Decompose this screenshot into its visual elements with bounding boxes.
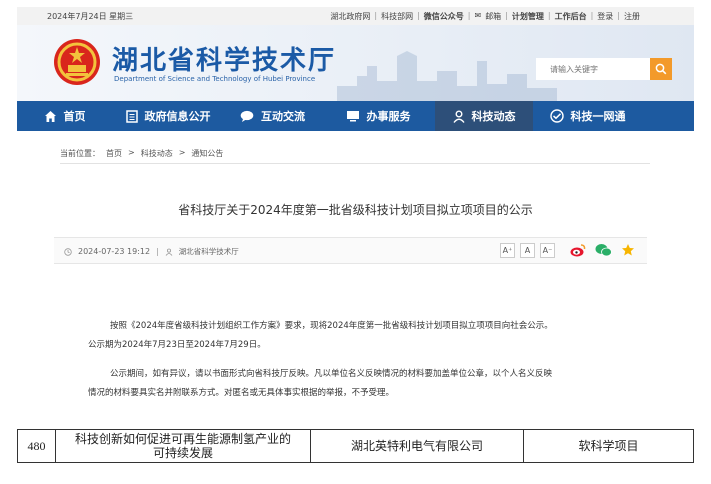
site-title[interactable]: 湖北省科学技术厅	[112, 40, 336, 77]
cell-number: 480	[17, 429, 56, 463]
site-subtitle: Department of Science and Technology of …	[114, 75, 316, 83]
paragraph-2: 公示期为2024年7月23日至2024年7月29日。	[88, 340, 266, 350]
font-larger-button[interactable]: A⁺	[500, 243, 515, 258]
favorite-star-icon[interactable]	[621, 243, 635, 257]
nav-item-services[interactable]: 办事服务	[321, 101, 435, 131]
nav-label-home: 首页	[63, 110, 86, 123]
link-plan-management[interactable]: 计划管理	[510, 11, 546, 22]
mail-icon: ✉	[474, 11, 482, 20]
nav-label-tech-news: 科技动态	[471, 110, 516, 123]
cell-organization: 湖北英特利电气有限公司	[310, 429, 524, 463]
weibo-icon[interactable]	[570, 243, 586, 257]
font-size-controls: A⁺ A A⁻	[500, 243, 555, 258]
share-buttons	[570, 243, 635, 257]
breadcrumb-tech-news[interactable]: 科技动态	[141, 148, 173, 159]
project-name-line-2: 可持续发展	[152, 446, 213, 460]
font-smaller-button[interactable]: A⁻	[540, 243, 555, 258]
home-icon	[44, 110, 56, 122]
nav-item-gov-info[interactable]: 政府信息公开	[112, 101, 224, 131]
search-box	[536, 58, 672, 80]
paragraph-1: 按照《2024年度省级科技计划组织工作方案》要求，现将2024年度第一批省级科技…	[110, 321, 553, 331]
cell-project-name: 科技创新如何促进可再生能源制氢产业的 可持续发展	[55, 429, 311, 463]
breadcrumb-notices[interactable]: 通知公告	[191, 148, 223, 159]
nav-label-gov-info: 政府信息公开	[144, 110, 211, 123]
link-wechat[interactable]: 微信公众号	[422, 11, 466, 22]
search-icon	[655, 63, 667, 75]
publish-datetime: 2024-07-23 19:12	[78, 247, 151, 256]
breadcrumb: 当前位置： 首页 > 科技动态 > 通知公告	[60, 148, 223, 159]
article-title: 省科技厅关于2024年度第一批省级科技计划项目拟立项项目的公示	[178, 203, 533, 217]
link-backend[interactable]: 工作后台	[553, 11, 589, 22]
current-date: 2024年7月24日 星期三	[47, 12, 134, 21]
meta-separator: |	[156, 247, 159, 256]
link-login[interactable]: 登录	[595, 11, 615, 22]
nav-label-tech-portal: 科技一网通	[570, 110, 626, 123]
link-most[interactable]: 科技部网	[379, 11, 415, 22]
link-hubei-gov[interactable]: 湖北政府网	[328, 11, 372, 22]
cell-category: 软科学项目	[523, 429, 694, 463]
skyline-decoration	[337, 51, 557, 101]
table-row: 480 科技创新如何促进可再生能源制氢产业的 可持续发展 湖北英特利电气有限公司…	[17, 429, 694, 463]
breadcrumb-separator: >	[128, 148, 135, 157]
monitor-icon	[346, 111, 359, 122]
link-mail[interactable]: 邮箱	[483, 11, 503, 22]
chat-icon	[240, 110, 254, 122]
project-name-line-1: 科技创新如何促进可再生能源制氢产业的	[74, 432, 291, 446]
breadcrumb-separator: >	[178, 148, 186, 157]
nav-item-interaction[interactable]: 互动交流	[224, 101, 321, 131]
document-icon	[125, 109, 138, 123]
site-header: 湖北省科学技术厅 Department of Science and Techn…	[17, 25, 694, 101]
utility-links: 湖北政府网 | 科技部网 | 微信公众号 | ✉ 邮箱 | 计划管理 | 工作后台 | 登录 |…	[328, 11, 642, 22]
nav-label-interaction: 互动交流	[261, 110, 305, 123]
breadcrumb-prefix: 当前位置：	[60, 149, 100, 158]
article-source: 湖北省科学技术厅	[178, 247, 239, 256]
search-input[interactable]	[536, 58, 650, 80]
main-nav: 首页 政府信息公开 互动交流 办事服务 科技动态 科技一网通	[17, 101, 694, 131]
national-emblem-icon	[54, 39, 100, 85]
nav-label-services: 办事服务	[366, 110, 411, 123]
wechat-icon[interactable]	[595, 243, 612, 257]
link-register[interactable]: 注册	[622, 11, 642, 22]
user-icon	[165, 248, 173, 256]
nav-item-home[interactable]: 首页	[17, 101, 112, 131]
nav-item-tech-news[interactable]: 科技动态	[435, 101, 533, 131]
person-icon	[452, 110, 465, 123]
breadcrumb-divider	[60, 163, 650, 164]
nav-item-tech-portal[interactable]: 科技一网通	[533, 101, 642, 131]
font-normal-button[interactable]: A	[520, 243, 535, 258]
project-table: 480 科技创新如何促进可再生能源制氢产业的 可持续发展 湖北英特利电气有限公司…	[17, 429, 694, 463]
paragraph-3: 公示期间，如有异议，请以书面形式向省科技厅反映。凡以单位名义反映情况的材料要加盖…	[110, 369, 553, 379]
top-utility-bar: 2024年7月24日 星期三 湖北政府网 | 科技部网 | 微信公众号 | ✉ 邮箱 | …	[17, 7, 694, 25]
eye-icon	[549, 109, 564, 123]
article-meta-bar: 2024-07-23 19:12 | 湖北省科学技术厅 A⁺ A A⁻	[54, 237, 647, 264]
search-button[interactable]	[650, 58, 672, 80]
breadcrumb-home[interactable]: 首页	[106, 148, 122, 159]
clock-icon	[64, 247, 72, 256]
paragraph-4: 情况的材料要具实名并附联系方式。对匿名或无具体事实根据的举报，不予受理。	[88, 388, 395, 398]
